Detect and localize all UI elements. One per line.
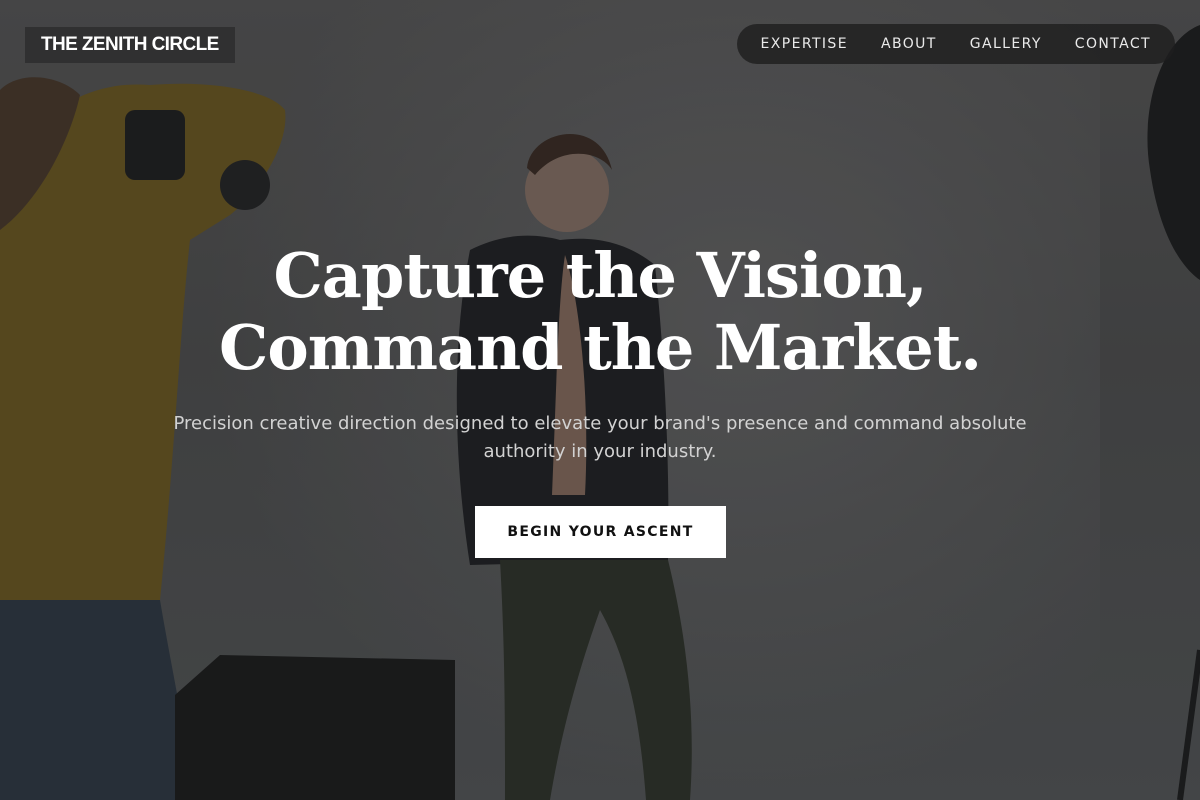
hero-section: THE ZENITH CIRCLE EXPERTISE ABOUT GALLER… — [0, 0, 1200, 800]
dark-overlay — [0, 0, 1200, 800]
nav-link-contact[interactable]: CONTACT — [1075, 36, 1151, 52]
brand-logo[interactable]: THE ZENITH CIRCLE — [25, 27, 235, 63]
headline-line-2: Command the Market. — [219, 311, 982, 384]
nav-link-gallery[interactable]: GALLERY — [970, 36, 1042, 52]
headline-line-1: Capture the Vision, — [273, 239, 927, 312]
hero-headline: Capture the Vision, Command the Market. — [0, 240, 1200, 384]
begin-your-ascent-button[interactable]: BEGIN YOUR ASCENT — [475, 506, 726, 558]
hero-subtitle: Precision creative direction designed to… — [173, 413, 1027, 462]
nav-link-expertise[interactable]: EXPERTISE — [761, 36, 848, 52]
background-photo — [0, 0, 1200, 800]
nav-link-about[interactable]: ABOUT — [881, 36, 937, 52]
main-navigation: EXPERTISE ABOUT GALLERY CONTACT — [736, 24, 1175, 64]
